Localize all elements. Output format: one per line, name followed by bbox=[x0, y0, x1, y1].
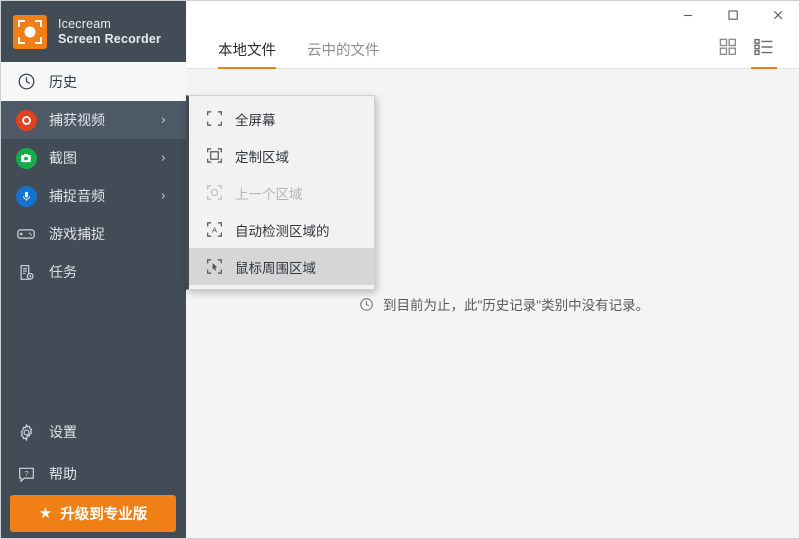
sidebar-item-label: 截图 bbox=[49, 151, 161, 165]
fullscreen-frame-icon bbox=[203, 108, 225, 130]
sidebar-item-label: 设置 bbox=[49, 425, 186, 439]
sidebar-item-settings[interactable]: 设置 bbox=[1, 411, 186, 453]
menu-item-label: 上一个区域 bbox=[235, 183, 303, 203]
tab-local-files[interactable]: 本地文件 bbox=[218, 29, 276, 69]
capture-area-dropdown-menu: 全屏幕 定制区域 上一个区域 bbox=[186, 95, 375, 290]
sidebar-item-help[interactable]: ? 帮助 bbox=[1, 453, 186, 495]
menu-item-area-around-mouse[interactable]: 鼠标周围区域 bbox=[189, 248, 374, 285]
help-bubble-icon: ? bbox=[14, 462, 38, 486]
menu-item-label: 自动检测区域的 bbox=[235, 220, 330, 240]
custom-area-icon bbox=[203, 145, 225, 167]
record-circle-icon bbox=[14, 108, 38, 132]
gear-icon bbox=[14, 420, 38, 444]
list-icon bbox=[754, 38, 774, 61]
sidebar-item-tasks[interactable]: 任务 bbox=[1, 253, 186, 291]
sidebar-item-label: 帮助 bbox=[49, 467, 186, 481]
camera-icon bbox=[14, 146, 38, 170]
maximize-button[interactable] bbox=[710, 1, 755, 29]
minimize-button[interactable] bbox=[665, 1, 710, 29]
upgrade-button-label: 升级到专业版 bbox=[60, 503, 147, 524]
empty-state-message: 到目前为止，此"历史记录"类别中没有记录。 bbox=[359, 294, 649, 314]
tab-bar: 本地文件 云中的文件 bbox=[218, 29, 411, 69]
clock-icon bbox=[14, 70, 38, 94]
sidebar-item-capture-audio[interactable]: 捕捉音频 › bbox=[1, 177, 186, 215]
menu-item-last-area: 上一个区域 bbox=[189, 174, 374, 211]
list-view-button[interactable] bbox=[746, 29, 782, 69]
brand-line-2: Screen Recorder bbox=[58, 32, 161, 47]
brand-line-1: Icecream bbox=[58, 17, 161, 32]
svg-text:A: A bbox=[212, 226, 217, 235]
menu-item-fullscreen[interactable]: 全屏幕 bbox=[189, 100, 374, 137]
tab-cloud-files[interactable]: 云中的文件 bbox=[307, 29, 380, 69]
sidebar-item-label: 捕捉音频 bbox=[49, 189, 161, 203]
menu-item-auto-detect-area[interactable]: A 自动检测区域的 bbox=[189, 211, 374, 248]
title-bar bbox=[186, 1, 800, 29]
menu-item-custom-area[interactable]: 定制区域 bbox=[189, 137, 374, 174]
content-header: 本地文件 云中的文件 bbox=[186, 29, 800, 69]
chevron-right-icon: › bbox=[161, 113, 166, 128]
tab-label: 云中的文件 bbox=[307, 39, 380, 60]
clock-icon bbox=[359, 297, 374, 312]
menu-item-label: 全屏幕 bbox=[235, 109, 276, 129]
menu-item-label: 定制区域 bbox=[235, 146, 289, 166]
gamepad-icon bbox=[14, 222, 38, 246]
sidebar-item-history[interactable]: 历史 bbox=[1, 62, 186, 101]
sidebar-item-game-capture[interactable]: 游戏捕捉 bbox=[1, 215, 186, 253]
record-frame-icon bbox=[13, 15, 47, 49]
svg-text:?: ? bbox=[24, 468, 28, 477]
empty-state-text: 到目前为止，此"历史记录"类别中没有记录。 bbox=[383, 294, 649, 314]
sidebar-item-label: 任务 bbox=[49, 265, 166, 279]
sidebar-item-label: 历史 bbox=[49, 75, 166, 89]
sidebar-item-label: 游戏捕捉 bbox=[49, 227, 166, 241]
grid-view-button[interactable] bbox=[710, 29, 746, 69]
star-icon: ★ bbox=[39, 506, 52, 521]
sidebar-item-label: 捕获视频 bbox=[49, 113, 161, 127]
sidebar: Icecream Screen Recorder 历史 捕获视频 › bbox=[1, 1, 186, 539]
menu-item-label: 鼠标周围区域 bbox=[235, 257, 316, 277]
view-toggle-group bbox=[710, 29, 782, 69]
sidebar-item-screenshot[interactable]: 截图 › bbox=[1, 139, 186, 177]
chevron-right-icon: › bbox=[161, 151, 166, 166]
upgrade-to-pro-button[interactable]: ★ 升级到专业版 bbox=[10, 495, 176, 532]
sidebar-spacer bbox=[1, 291, 186, 411]
sidebar-item-capture-video[interactable]: 捕获视频 › bbox=[1, 101, 186, 139]
task-clock-icon bbox=[14, 260, 38, 284]
microphone-icon bbox=[14, 184, 38, 208]
auto-detect-area-icon: A bbox=[203, 219, 225, 241]
grid-icon bbox=[719, 38, 737, 61]
chevron-right-icon: › bbox=[161, 189, 166, 204]
tab-label: 本地文件 bbox=[218, 39, 276, 60]
app-brand: Icecream Screen Recorder bbox=[1, 1, 186, 62]
app-window: Icecream Screen Recorder 历史 捕获视频 › bbox=[0, 0, 800, 539]
area-around-mouse-icon bbox=[203, 256, 225, 278]
last-area-icon bbox=[203, 182, 225, 204]
close-button[interactable] bbox=[755, 1, 800, 29]
